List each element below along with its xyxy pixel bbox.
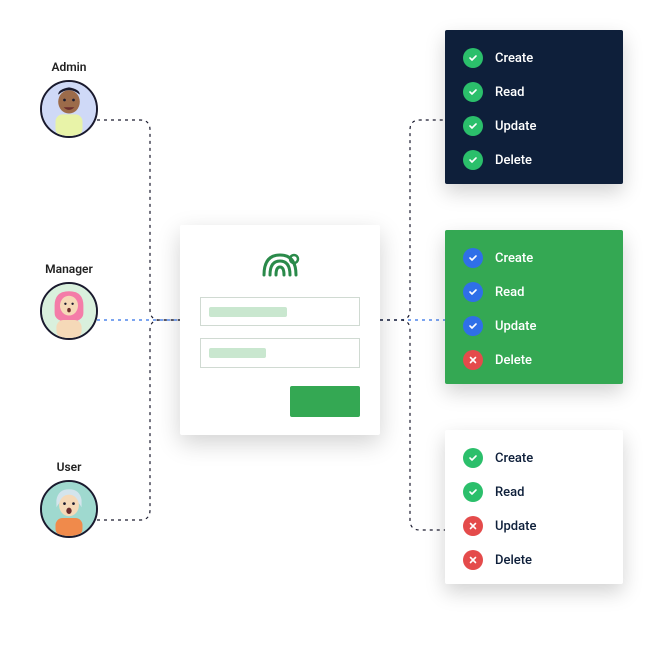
permissions-manager: Create Read Update Delete xyxy=(445,230,623,384)
fingerprint-logo-icon xyxy=(256,243,304,283)
perm-row: Create xyxy=(463,48,605,68)
perm-label: Create xyxy=(495,251,533,266)
perm-row: Read xyxy=(463,82,605,102)
perm-label: Update xyxy=(495,319,536,334)
check-icon xyxy=(463,116,483,136)
perm-row: Update xyxy=(463,116,605,136)
check-icon xyxy=(463,82,483,102)
role-manager: Manager xyxy=(24,262,114,340)
role-label-admin: Admin xyxy=(24,60,114,74)
permissions-user: Create Read Update Delete xyxy=(445,430,623,584)
perm-label: Create xyxy=(495,451,533,466)
perm-label: Delete xyxy=(495,353,532,368)
perm-label: Read xyxy=(495,85,524,100)
perm-label: Update xyxy=(495,119,536,134)
username-input[interactable] xyxy=(200,297,360,326)
password-input[interactable] xyxy=(200,338,360,367)
perm-row: Create xyxy=(463,448,605,468)
check-icon xyxy=(463,448,483,468)
avatar-manager xyxy=(40,282,98,340)
perm-row: Update xyxy=(463,316,605,336)
perm-row: Update xyxy=(463,516,605,536)
role-user: User xyxy=(24,460,114,538)
check-icon xyxy=(463,248,483,268)
cross-icon xyxy=(463,350,483,370)
perm-row: Delete xyxy=(463,150,605,170)
perm-row: Read xyxy=(463,282,605,302)
perm-label: Delete xyxy=(495,153,532,168)
perm-label: Read xyxy=(495,285,524,300)
login-button[interactable] xyxy=(290,386,360,417)
check-icon xyxy=(463,316,483,336)
perm-row: Delete xyxy=(463,350,605,370)
perm-row: Delete xyxy=(463,550,605,570)
avatar-user xyxy=(40,480,98,538)
login-form xyxy=(180,225,380,435)
cross-icon xyxy=(463,550,483,570)
perm-label: Create xyxy=(495,51,533,66)
role-label-user: User xyxy=(24,460,114,474)
perm-row: Read xyxy=(463,482,605,502)
avatar-admin xyxy=(40,80,98,138)
role-admin: Admin xyxy=(24,60,114,138)
cross-icon xyxy=(463,516,483,536)
check-icon xyxy=(463,482,483,502)
check-icon xyxy=(463,282,483,302)
perm-label: Read xyxy=(495,485,524,500)
role-label-manager: Manager xyxy=(24,262,114,276)
perm-label: Delete xyxy=(495,553,532,568)
check-icon xyxy=(463,48,483,68)
check-icon xyxy=(463,150,483,170)
perm-row: Create xyxy=(463,248,605,268)
permissions-admin: Create Read Update Delete xyxy=(445,30,623,184)
perm-label: Update xyxy=(495,519,536,534)
